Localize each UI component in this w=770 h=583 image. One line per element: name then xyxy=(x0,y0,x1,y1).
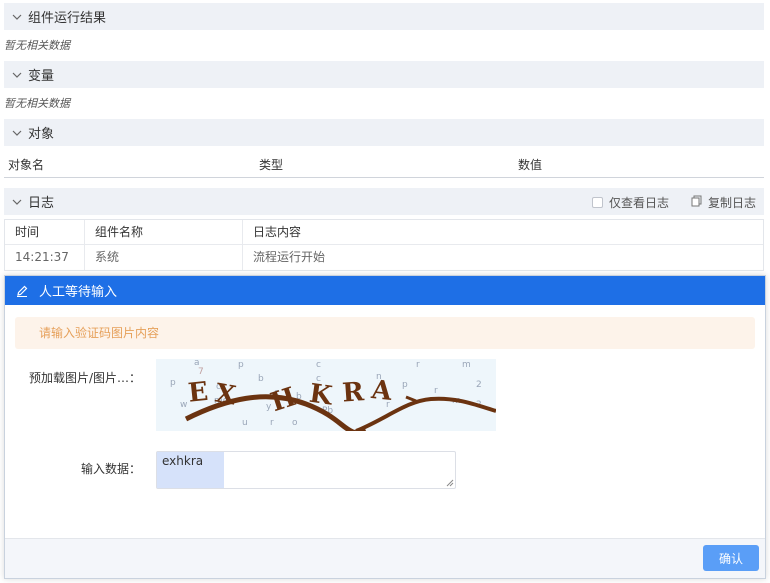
captcha-input[interactable]: exhkra xyxy=(156,451,456,489)
confirm-button[interactable]: 确认 xyxy=(703,545,759,571)
objects-table-header: 对象名 类型 数值 xyxy=(4,152,764,178)
log-table: 时间 组件名称 日志内容 14:21:37 系统 流程运行开始 xyxy=(4,219,764,271)
section-title: 组件运行结果 xyxy=(28,11,107,26)
svg-text:r: r xyxy=(434,386,438,396)
section-results-header[interactable]: 组件运行结果 xyxy=(4,3,764,30)
svg-text:r: r xyxy=(270,418,274,428)
log-component: 系统 xyxy=(85,245,243,270)
svg-text:p: p xyxy=(238,360,244,370)
copy-log-label: 复制日志 xyxy=(707,196,756,210)
captcha-image: app 7cb w mc c ccb f Pb y uro nrm r22 rmp E … xyxy=(156,359,496,431)
svg-text:b: b xyxy=(258,374,264,384)
svg-text:2: 2 xyxy=(476,380,482,390)
chevron-down-icon xyxy=(10,10,24,24)
svg-text:u: u xyxy=(242,418,248,428)
section-title: 日志 xyxy=(28,196,55,211)
svg-text:r: r xyxy=(416,360,420,370)
svg-text:c: c xyxy=(316,360,321,370)
table-row: 14:21:37 系统 流程运行开始 xyxy=(5,245,763,270)
svg-text:A: A xyxy=(369,375,394,407)
log-content: 流程运行开始 xyxy=(253,250,326,264)
svg-text:o: o xyxy=(292,418,298,428)
svg-text:E: E xyxy=(187,377,210,409)
log-time: 14:21:37 xyxy=(5,245,85,270)
chevron-down-icon xyxy=(10,126,24,140)
column-header: 类型 xyxy=(259,158,284,172)
log-toolbar: 仅查看日志 复制日志 xyxy=(591,194,756,211)
column-header: 组件名称 xyxy=(85,220,243,245)
captcha-input-value[interactable]: exhkra xyxy=(162,454,203,468)
column-header: 日志内容 xyxy=(253,225,302,239)
column-header: 时间 xyxy=(5,220,85,245)
copy-icon xyxy=(691,195,702,210)
dialog-title-bar: 人工等待输入 xyxy=(5,276,765,305)
svg-text:p: p xyxy=(170,378,176,388)
column-header: 对象名 xyxy=(8,158,45,172)
section-title: 对象 xyxy=(28,127,55,142)
chevron-down-icon xyxy=(10,195,24,209)
image-label: 预加载图片/图片…： xyxy=(28,371,141,385)
pencil-icon xyxy=(15,284,29,298)
section-variables-header[interactable]: 变量 xyxy=(4,61,764,88)
copy-log-button[interactable]: 复制日志 xyxy=(691,194,756,211)
section-objects-header[interactable]: 对象 xyxy=(4,119,764,146)
manual-input-dialog: 人工等待输入 请输入验证码图片内容 预加载图片/图片…： app 7cb w mc… xyxy=(4,275,766,579)
checkbox-label: 仅查看日志 xyxy=(608,196,669,210)
table-header-row: 时间 组件名称 日志内容 xyxy=(5,220,763,245)
svg-text:R: R xyxy=(341,377,365,408)
empty-message: 暂无相关数据 xyxy=(4,39,70,52)
input-label: 输入数据： xyxy=(80,462,141,476)
dialog-title: 人工等待输入 xyxy=(39,285,118,300)
checkbox-box[interactable] xyxy=(591,197,603,208)
section-title: 变量 xyxy=(28,69,55,84)
resize-handle-icon[interactable] xyxy=(446,479,454,487)
svg-text:m: m xyxy=(462,360,471,370)
alert-message: 请输入验证码图片内容 xyxy=(15,317,755,349)
svg-text:7: 7 xyxy=(198,367,204,377)
dialog-footer: 确认 xyxy=(5,538,765,578)
only-view-log-checkbox[interactable]: 仅查看日志 xyxy=(591,194,669,211)
empty-message: 暂无相关数据 xyxy=(4,97,70,110)
svg-text:p: p xyxy=(402,380,408,390)
chevron-down-icon xyxy=(10,68,24,82)
svg-text:w: w xyxy=(180,400,187,410)
column-header: 数值 xyxy=(518,158,543,172)
